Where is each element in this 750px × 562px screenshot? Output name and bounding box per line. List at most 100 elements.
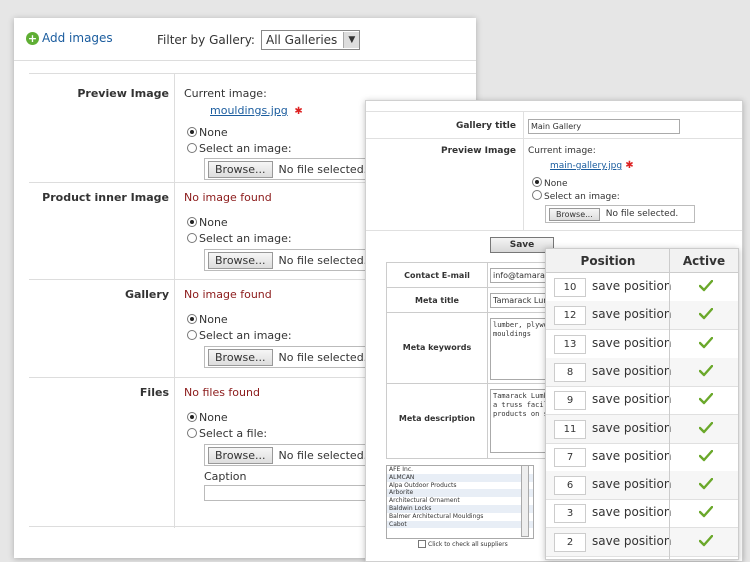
suppliers-list[interactable]: AFE Inc. ALMCAN Alpa Outdoor Products Arbor… xyxy=(386,465,534,539)
save-position-link[interactable]: save position xyxy=(592,279,671,293)
status-text: No files found xyxy=(184,386,260,399)
contact-email-row: Contact E-mail info@tamarackli xyxy=(387,263,549,288)
col-active: Active xyxy=(682,254,726,268)
checkmark-icon[interactable] xyxy=(699,308,713,320)
supplier-item[interactable]: Balmer Architectural Mouldings xyxy=(387,513,533,521)
browse-button[interactable]: Browse... xyxy=(208,251,273,269)
save-position-link[interactable]: save position xyxy=(592,336,671,350)
checkmark-icon[interactable] xyxy=(699,393,713,405)
none-option[interactable]: None xyxy=(187,216,228,229)
browse-button[interactable]: Browse... xyxy=(208,348,273,366)
checkmark-icon[interactable] xyxy=(699,336,713,349)
save-position-link[interactable]: save position xyxy=(592,449,671,463)
radio-icon xyxy=(187,127,197,137)
checkmark-icon[interactable] xyxy=(699,280,713,292)
save-position-link[interactable]: save position xyxy=(592,421,671,435)
supplier-item[interactable]: Baldwin Locks xyxy=(387,504,533,513)
supplier-item[interactable]: ALMCAN xyxy=(387,473,533,482)
save-position-link[interactable]: save position xyxy=(592,307,671,321)
checkmark-icon[interactable] xyxy=(699,421,713,434)
row-label: Product inner Image xyxy=(42,191,169,204)
meta-title-input[interactable]: Tamarack Lumb xyxy=(490,293,549,308)
table-row: 10 save position xyxy=(546,273,738,302)
save-position-link[interactable]: save position xyxy=(592,364,671,378)
gallery-title-label: Gallery title xyxy=(455,121,516,131)
current-image-link[interactable]: main-gallery.jpg xyxy=(550,161,622,171)
check-all-suppliers[interactable]: Click to check all suppliers xyxy=(418,540,508,548)
current-image-label: Current image: xyxy=(528,146,596,156)
supplier-item[interactable]: Cabot xyxy=(387,520,533,529)
save-position-link[interactable]: save position xyxy=(592,392,671,406)
select-image-option[interactable]: Select an image: xyxy=(187,142,292,155)
position-input[interactable]: 11 xyxy=(554,419,586,439)
position-input[interactable]: 13 xyxy=(554,334,586,354)
filter-value: All Galleries xyxy=(265,33,338,47)
select-image-option[interactable]: Select an image: xyxy=(532,190,620,202)
no-file-text: No file selected. xyxy=(278,448,368,462)
select-file-option[interactable]: Select a file: xyxy=(187,427,267,440)
table-row: 8 save position xyxy=(546,357,738,387)
no-file-text: No file selected. xyxy=(278,253,368,267)
select-image-option[interactable]: Select an image: xyxy=(187,329,292,342)
none-option[interactable]: None xyxy=(187,126,228,139)
none-option[interactable]: None xyxy=(187,411,228,424)
table-row: 2 save position xyxy=(546,527,738,557)
meta-title-label: Meta title xyxy=(415,296,459,305)
row-label: Preview Image xyxy=(77,87,169,100)
save-position-link[interactable]: save position xyxy=(592,534,671,548)
position-input[interactable]: 6 xyxy=(554,476,586,496)
no-file-text: No file selected. xyxy=(278,350,368,364)
supplier-item[interactable]: Architectural Ornament xyxy=(387,497,533,505)
checkmark-icon[interactable] xyxy=(699,506,713,518)
meta-description-textarea[interactable]: Tamarack Lumb a truss facil products on … xyxy=(490,389,546,453)
browse-button[interactable]: Browse... xyxy=(208,160,273,178)
browse-button[interactable]: Browse... xyxy=(549,207,600,221)
table-row: 3 save position xyxy=(546,499,738,529)
radio-icon xyxy=(532,190,542,200)
delete-icon[interactable]: ✱ xyxy=(622,160,633,171)
supplier-item[interactable]: Alpa Outdoor Products xyxy=(387,482,533,490)
position-input[interactable]: 9 xyxy=(554,391,586,411)
meta-description-row: Meta description Tamarack Lumb a truss f… xyxy=(387,384,547,457)
contact-email-input[interactable]: info@tamarackli xyxy=(490,268,549,283)
current-image-link[interactable]: mouldings.jpg xyxy=(210,104,288,117)
meta-keywords-textarea[interactable]: lumber, plywo mouldings xyxy=(490,318,546,380)
radio-icon xyxy=(187,217,197,227)
none-option[interactable]: None xyxy=(532,177,567,189)
position-input[interactable]: 8 xyxy=(554,362,586,382)
checkmark-icon[interactable] xyxy=(699,449,713,462)
file-input[interactable]: Browse... No file selected. xyxy=(545,205,695,223)
checkmark-icon[interactable] xyxy=(699,534,713,547)
table-row: 12 save position xyxy=(546,301,738,331)
save-position-link[interactable]: save position xyxy=(592,477,671,491)
supplier-item[interactable]: AFE Inc. xyxy=(387,466,533,474)
save-position-link[interactable]: save position xyxy=(592,505,671,519)
status-text: No image found xyxy=(184,288,272,301)
scrollbar[interactable] xyxy=(521,465,529,537)
contact-email-label: Contact E-mail xyxy=(404,271,470,280)
position-input[interactable]: 10 xyxy=(554,278,586,297)
row-label: Files xyxy=(139,386,169,399)
gallery-filter-select[interactable]: All Galleries ▼ xyxy=(260,30,361,50)
radio-icon xyxy=(187,330,197,340)
current-image-label: Current image: xyxy=(184,87,267,100)
checkmark-icon[interactable] xyxy=(699,364,713,377)
position-input[interactable]: 7 xyxy=(554,447,586,467)
position-input[interactable]: 12 xyxy=(554,306,586,326)
select-image-option[interactable]: Select an image: xyxy=(187,232,292,245)
meta-table: Contact E-mail info@tamarackli Meta titl… xyxy=(386,262,549,459)
checkbox-icon xyxy=(418,540,426,548)
checkmark-icon[interactable] xyxy=(699,478,713,490)
gallery-title-input[interactable]: Main Gallery xyxy=(528,119,680,134)
position-input[interactable]: 2 xyxy=(554,532,586,552)
delete-icon[interactable]: ✱ xyxy=(291,106,302,117)
browse-button[interactable]: Browse... xyxy=(208,446,273,464)
add-images-link[interactable]: + Add images xyxy=(26,31,113,45)
add-images-label: Add images xyxy=(42,31,113,45)
status-text: No image found xyxy=(184,191,272,204)
table-row: 9 save position xyxy=(546,386,738,416)
meta-title-row: Meta title Tamarack Lumb xyxy=(387,288,549,313)
position-input[interactable]: 3 xyxy=(554,504,586,524)
none-option[interactable]: None xyxy=(187,313,228,326)
supplier-item[interactable]: Arborite xyxy=(387,489,533,498)
